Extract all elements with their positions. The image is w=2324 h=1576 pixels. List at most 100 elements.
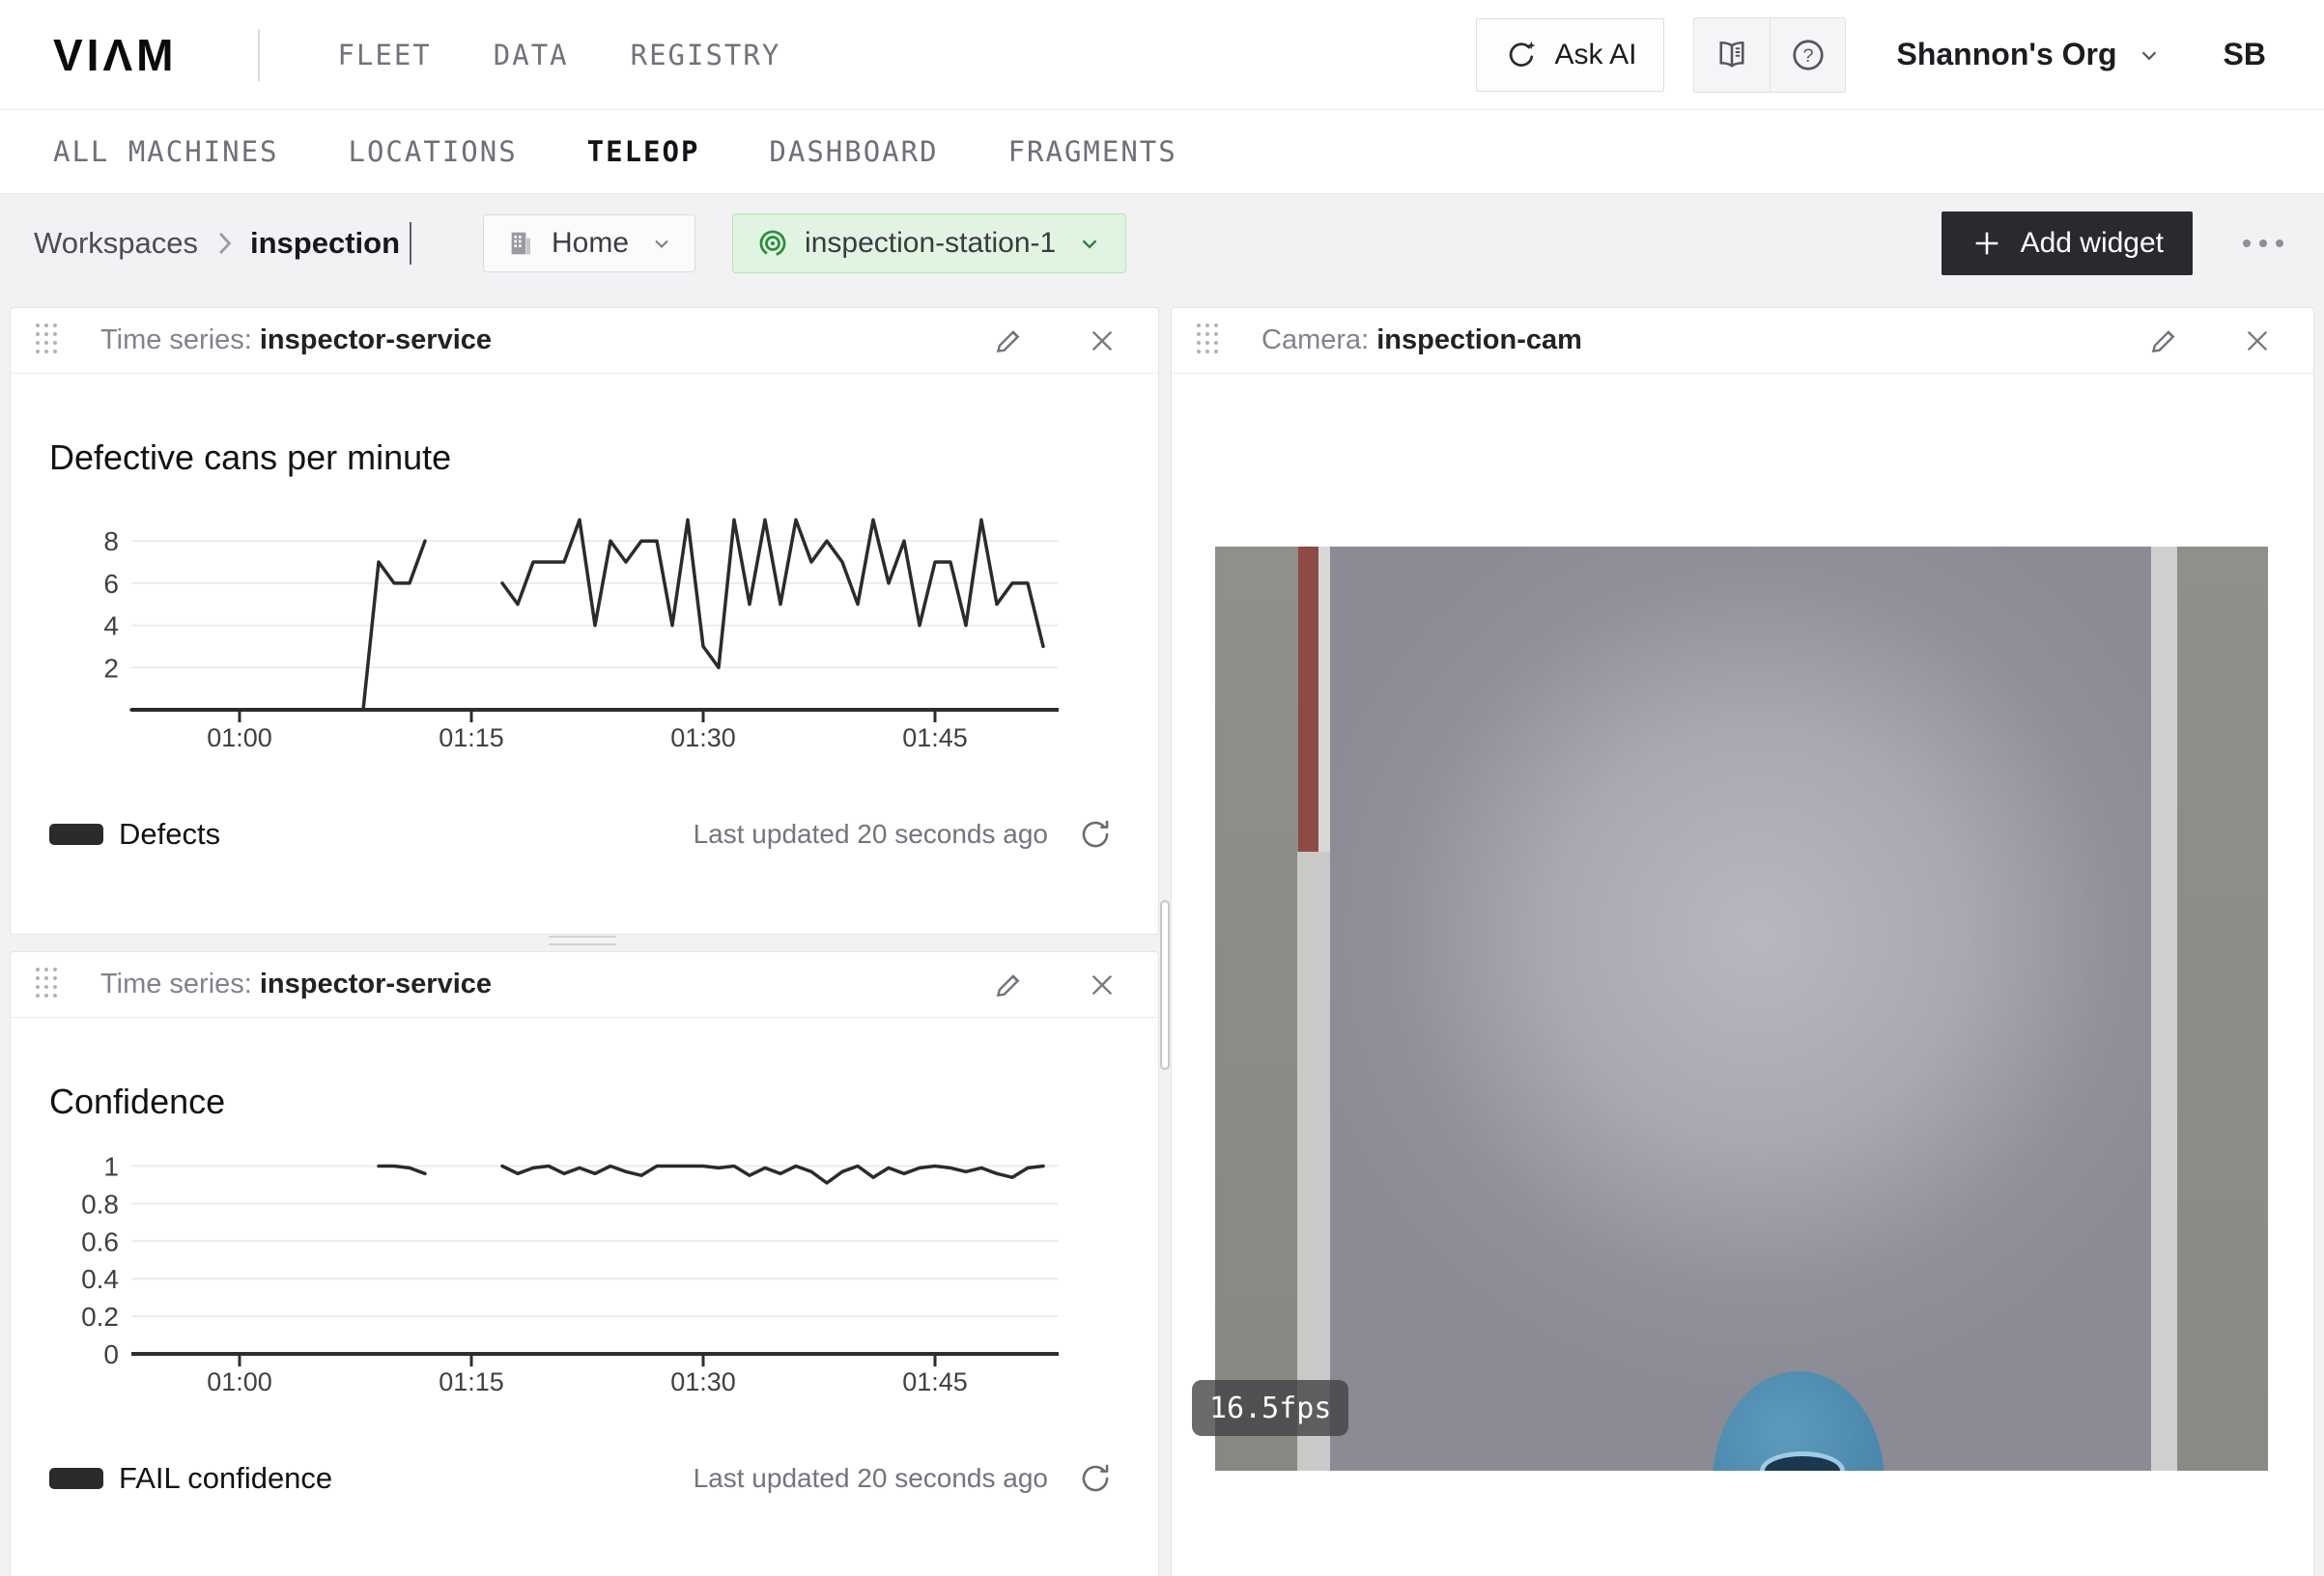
svg-text:6: 6: [103, 569, 119, 599]
confidence-line-chart: 00.20.40.60.8101:0001:1501:3001:45: [11, 1141, 1063, 1402]
svg-text:4: 4: [103, 611, 119, 641]
last-updated-text: Last updated 20 seconds ago: [694, 1463, 1048, 1494]
primary-nav: FLEET DATA REGISTRY: [337, 39, 780, 71]
svg-text:01:30: 01:30: [670, 1367, 736, 1396]
svg-text:0.6: 0.6: [81, 1226, 119, 1256]
refresh-icon[interactable]: [1075, 1458, 1116, 1499]
last-updated-text: Last updated 20 seconds ago: [694, 819, 1048, 850]
widget-title: Camera:inspection-cam: [1261, 324, 1582, 356]
edit-pencil-icon[interactable]: [988, 965, 1029, 1005]
toolbar-right: Add widget: [1941, 211, 2293, 275]
text-caret: [410, 222, 411, 265]
widget-actions: [2143, 321, 2277, 361]
widget-title: Time series: inspector-service: [100, 969, 492, 1000]
widget-title: Time series: inspector-service: [100, 324, 492, 356]
camera-widget: Camera:inspection-cam: [1171, 307, 2314, 1576]
edit-pencil-icon[interactable]: [988, 321, 1029, 361]
widget-header: Time series: inspector-service: [11, 952, 1158, 1018]
nav-registry[interactable]: REGISTRY: [631, 39, 781, 71]
building-icon: [505, 228, 536, 259]
header-right: Ask AI ? Shannon's O: [1476, 17, 2266, 93]
tab-fragments[interactable]: FRAGMENTS: [1008, 135, 1177, 168]
tab-teleop[interactable]: TELEOP: [587, 135, 700, 168]
legend-label: Defects: [119, 817, 220, 852]
breadcrumb-chevron-icon: [213, 230, 235, 257]
add-widget-button[interactable]: Add widget: [1941, 211, 2193, 275]
widget-resource-name: inspection-cam: [1376, 324, 1582, 355]
location-selector-button[interactable]: Home: [483, 214, 695, 272]
header-divider: [258, 29, 260, 81]
drag-handle-icon[interactable]: [36, 968, 62, 1002]
widget-type-label: Time series:: [100, 969, 252, 999]
close-icon[interactable]: [2238, 322, 2277, 360]
legend-swatch: [49, 1468, 103, 1489]
nav-data[interactable]: DATA: [494, 39, 569, 71]
svg-text:01:00: 01:00: [207, 723, 272, 752]
plus-icon: [1970, 227, 2003, 260]
refresh-icon[interactable]: [1075, 814, 1116, 855]
widget-resize-handle[interactable]: [549, 936, 616, 949]
svg-text:8: 8: [103, 526, 119, 556]
column-scrollbar[interactable]: [1160, 900, 1170, 1070]
legend-label: FAIL confidence: [119, 1461, 332, 1496]
tab-all-machines[interactable]: ALL MACHINES: [53, 135, 279, 168]
svg-text:1: 1: [103, 1152, 119, 1182]
chevron-down-icon: [1077, 231, 1102, 256]
drag-handle-icon[interactable]: [36, 324, 62, 358]
workspace-title-input[interactable]: inspection: [250, 226, 400, 261]
viam-teleop-page: VIΛM FLEET DATA REGISTRY Ask AI: [0, 0, 2324, 1576]
svg-text:01:45: 01:45: [902, 1367, 968, 1396]
widget-header: Time series: inspector-service: [11, 308, 1158, 374]
fps-badge: 16.5fps: [1192, 1380, 1348, 1436]
widget-resource-name: inspector-service: [260, 969, 492, 999]
docs-book-icon[interactable]: [1694, 18, 1770, 92]
close-icon[interactable]: [1083, 966, 1121, 1004]
widget-type-label: Camera:: [1261, 324, 1369, 355]
widget-actions: [988, 965, 1121, 1005]
drag-handle-icon[interactable]: [1197, 324, 1223, 358]
add-widget-label: Add widget: [2021, 227, 2164, 260]
org-switcher[interactable]: Shannon's Org: [1896, 37, 2161, 72]
svg-text:0.8: 0.8: [81, 1189, 119, 1219]
video-left-wall: [1215, 547, 1298, 1471]
timeseries-widget-defects: Time series:inspector-service Defective …: [10, 307, 1159, 935]
machine-selector-pill[interactable]: inspection-station-1: [732, 213, 1126, 273]
viam-logo[interactable]: VIΛM: [53, 29, 177, 81]
video-right-stripe: [2151, 547, 2177, 1471]
chart-footer: FAIL confidence Last updated 20 seconds …: [49, 1454, 1116, 1503]
close-icon[interactable]: [1083, 322, 1121, 360]
help-icon[interactable]: ?: [1770, 18, 1845, 92]
chart-footer: Defects Last updated 20 seconds ago: [49, 810, 1116, 858]
org-name: Shannon's Org: [1896, 37, 2116, 72]
user-avatar[interactable]: SB: [2224, 37, 2266, 72]
workspace-menu-button[interactable]: [2233, 230, 2293, 257]
camera-video-feed: [1215, 547, 2268, 1471]
machine-name-label: inspection-station-1: [805, 227, 1056, 260]
help-button-group: ?: [1693, 17, 1846, 93]
location-label: Home: [552, 227, 629, 260]
legend-swatch: [49, 824, 103, 845]
svg-text:01:00: 01:00: [207, 1367, 272, 1396]
svg-text:01:30: 01:30: [670, 723, 736, 752]
widget-type-label: Time series:: [100, 324, 252, 355]
widget-resource-name: inspector-service: [260, 324, 492, 355]
fleet-subnav: ALL MACHINES LOCATIONS TELEOP DASHBOARD …: [0, 110, 2324, 194]
ai-cycle-sparkle-icon: [1504, 38, 1539, 72]
ask-ai-label: Ask AI: [1554, 39, 1636, 71]
breadcrumb-workspaces[interactable]: Workspaces: [34, 226, 198, 261]
svg-text:0.4: 0.4: [81, 1264, 119, 1294]
workspace-toolbar: Workspaces inspection Home: [0, 193, 2324, 294]
edit-pencil-icon[interactable]: [2143, 321, 2184, 361]
nav-fleet[interactable]: FLEET: [337, 39, 431, 71]
svg-text:2: 2: [103, 653, 119, 683]
video-left-stripe-lower: [1297, 852, 1330, 1471]
video-right-wall: [2177, 547, 2268, 1471]
svg-text:?: ?: [1802, 44, 1813, 66]
tab-locations[interactable]: LOCATIONS: [349, 135, 518, 168]
video-conveyor-field: [1330, 547, 2151, 1471]
chevron-down-icon: [650, 232, 673, 255]
ask-ai-button[interactable]: Ask AI: [1476, 18, 1664, 92]
tab-dashboard[interactable]: DASHBOARD: [769, 135, 938, 168]
video-red-bar: [1298, 547, 1318, 852]
defects-line-chart: 246801:0001:1501:3001:45: [11, 497, 1063, 758]
